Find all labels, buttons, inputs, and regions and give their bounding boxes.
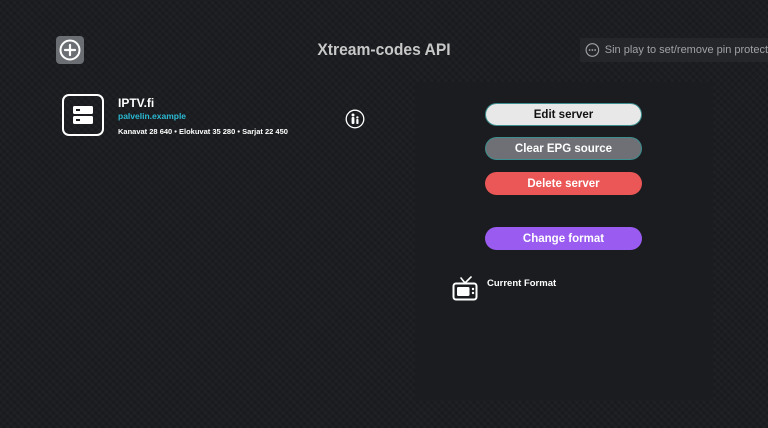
clear-epg-button[interactable]: Clear EPG source [485,137,642,160]
family-icon [345,109,365,129]
server-stats: Kanavat 28 640 • Elokuvat 35 280 • Sarja… [118,127,288,136]
current-format-label: Current Format [487,278,557,289]
server-icon [73,106,93,124]
server-host: palvelin.example [118,111,187,121]
change-format-button[interactable]: Change format [485,227,642,250]
pin-hint-text: Sin play to set/remove pin protect [604,44,768,56]
edit-server-button[interactable]: Edit server [485,103,642,126]
server-icon-frame [62,94,104,136]
tv-icon [452,276,478,301]
server-name: IPTV.fi [118,96,155,110]
ellipsis-circle-icon [585,43,600,57]
delete-server-button[interactable]: Delete server [485,172,642,195]
family-badge [345,109,365,129]
pin-protect-hint: Sin play to set/remove pin protect [580,38,768,62]
server-list-item[interactable]: IPTV.fi palvelin.example Kanavat 28 640 … [62,94,372,138]
